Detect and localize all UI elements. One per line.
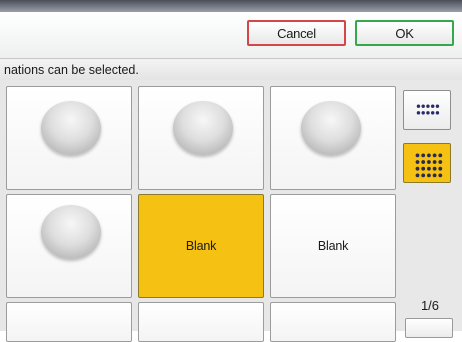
ok-button[interactable]: OK — [355, 20, 454, 46]
cancel-button[interactable]: Cancel — [247, 20, 346, 46]
stamp-cell-4[interactable] — [6, 194, 132, 298]
selection-grid: Blank Blank — [0, 80, 400, 342]
option-label: Blank — [185, 239, 217, 253]
grid-cell-row3-1[interactable] — [6, 302, 132, 342]
grid-small-icon — [416, 104, 440, 115]
blank-option[interactable]: Blank — [270, 194, 396, 298]
page-indicator: 1/6 — [420, 298, 440, 313]
top-bar — [0, 0, 462, 12]
stamp-image — [41, 205, 101, 259]
stamp-cell-2[interactable] — [138, 86, 264, 190]
option-label: Blank — [317, 239, 349, 253]
stamp-cell-1[interactable] — [6, 86, 132, 190]
stamp-image — [301, 101, 361, 155]
page-up-button[interactable] — [405, 318, 453, 338]
stamp-image — [173, 101, 233, 155]
grid-large-icon — [415, 153, 443, 178]
instruction-text: nations can be selected. — [0, 58, 462, 80]
view-small-button[interactable] — [403, 90, 451, 130]
stamp-image — [41, 101, 101, 155]
blank-option-selected[interactable]: Blank — [138, 194, 264, 298]
grid-cell-row3-2[interactable] — [138, 302, 264, 342]
stamp-cell-3[interactable] — [270, 86, 396, 190]
grid-cell-row3-3[interactable] — [270, 302, 396, 342]
view-large-button[interactable] — [403, 143, 451, 183]
